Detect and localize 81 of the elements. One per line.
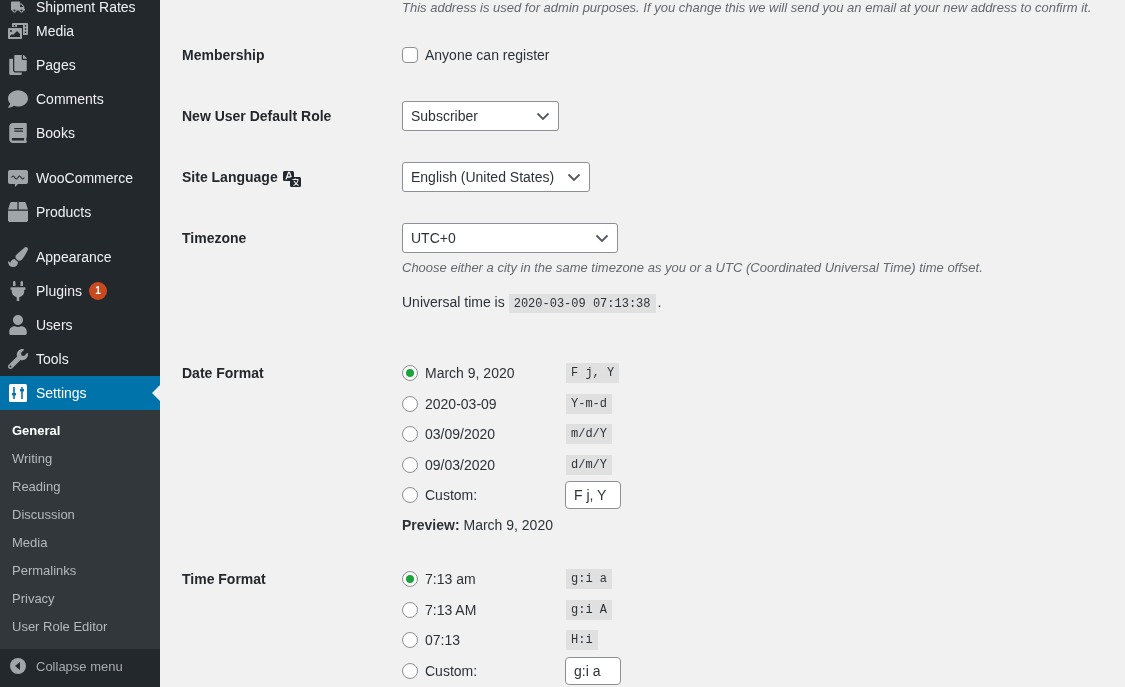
chevron-down-icon bbox=[595, 233, 609, 243]
option-label: 7:13 am bbox=[425, 571, 476, 588]
radio-button[interactable] bbox=[402, 601, 418, 618]
sidebar-item[interactable]: WooCommerce bbox=[0, 161, 160, 195]
format-code: m/d/Y bbox=[566, 424, 612, 445]
sidebar-item[interactable]: Comments bbox=[0, 82, 160, 116]
option-label: 07:13 bbox=[425, 632, 461, 649]
submenu-item[interactable]: Discussion bbox=[0, 501, 160, 529]
sidebar-item[interactable]: Tools bbox=[0, 342, 160, 376]
field-label: Timezone bbox=[182, 230, 247, 246]
option-label: 7:13 AM bbox=[425, 601, 477, 618]
submenu-item[interactable]: User Role Editor bbox=[0, 613, 160, 641]
email-description: This address is used for admin purposes. If you change this we will send you an email at your new address to confirm it. bbox=[402, 0, 1093, 16]
sidebar-item[interactable]: Plugins 1 bbox=[0, 274, 160, 308]
speech-bubble-icon bbox=[8, 89, 28, 109]
chat-bubble-icon bbox=[8, 168, 28, 188]
field-label: New User Default Role bbox=[182, 108, 332, 124]
sidebar-item[interactable]: Users bbox=[0, 308, 160, 342]
field-label: Site Language bbox=[182, 169, 278, 185]
sidebar-item[interactable]: Appearance bbox=[0, 240, 160, 274]
submenu-item[interactable]: Permalinks bbox=[0, 557, 160, 585]
submenu-item[interactable]: Writing bbox=[0, 445, 160, 473]
dropdown-select[interactable]: UTC+0 bbox=[402, 223, 618, 253]
checkbox[interactable] bbox=[402, 47, 418, 63]
box-icon bbox=[8, 202, 28, 222]
pages-icon bbox=[8, 55, 28, 75]
format-code: g:i a bbox=[566, 569, 612, 590]
radio-button[interactable] bbox=[402, 395, 418, 412]
radio-button[interactable] bbox=[402, 365, 418, 382]
format-code: F j, Y bbox=[566, 363, 620, 384]
wrench-icon bbox=[8, 349, 28, 369]
truck-icon bbox=[11, 0, 25, 14]
sidebar-item[interactable]: Shipment Rates bbox=[0, 0, 160, 14]
collapse-menu-button[interactable]: Collapse menu bbox=[0, 649, 160, 683]
custom-format-field[interactable]: g:i a bbox=[565, 656, 621, 685]
option-label: Custom: bbox=[425, 662, 478, 679]
format-code: H:i bbox=[566, 630, 598, 651]
dropdown-select[interactable]: Subscriber bbox=[402, 101, 559, 131]
submenu-item[interactable]: Media bbox=[0, 529, 160, 557]
update-count: 1 bbox=[88, 282, 107, 300]
radio-button[interactable] bbox=[402, 456, 418, 473]
sidebar-item[interactable]: Books bbox=[0, 116, 160, 150]
format-code: Y-m-d bbox=[566, 393, 612, 414]
submenu-item[interactable]: Reading bbox=[0, 473, 160, 501]
option-label: 2020-03-09 bbox=[425, 395, 497, 412]
photo-video-icon bbox=[8, 21, 28, 41]
sidebar-item[interactable]: Products bbox=[0, 195, 160, 229]
checkbox-label: Anyone can register bbox=[425, 47, 550, 63]
submenu-item[interactable]: General bbox=[0, 417, 160, 445]
chevron-down-icon bbox=[567, 172, 581, 182]
sliders-icon bbox=[8, 383, 28, 403]
sidebar-item[interactable]: Media bbox=[0, 14, 160, 48]
format-code: g:i A bbox=[566, 599, 612, 620]
option-label: March 9, 2020 bbox=[425, 365, 515, 382]
timezone-description: Choose either a city in the same timezone as you or a UTC (Coordinated Universal Time) time offset. bbox=[402, 259, 983, 277]
radio-button[interactable] bbox=[402, 487, 418, 504]
sidebar-item[interactable]: Pages bbox=[0, 48, 160, 82]
custom-format-field[interactable]: F j, Y bbox=[565, 481, 621, 510]
option-label: 09/03/2020 bbox=[425, 456, 496, 473]
sidebar-item[interactable]: Settings bbox=[0, 376, 160, 410]
book-icon bbox=[8, 123, 28, 143]
universal-time-text: Universal time is 2020-03-09 07:13:38 . bbox=[402, 293, 663, 315]
paintbrush-icon bbox=[8, 247, 28, 267]
option-label: Custom: bbox=[425, 487, 478, 504]
field-label: Time Format bbox=[182, 571, 266, 587]
field-label: Date Format bbox=[182, 365, 264, 381]
format-code: d/m/Y bbox=[566, 454, 612, 475]
chevron-down-icon bbox=[536, 111, 550, 121]
user-icon bbox=[8, 315, 28, 335]
radio-button[interactable] bbox=[402, 632, 418, 649]
radio-button[interactable] bbox=[402, 571, 418, 588]
left-arrow-circle-icon bbox=[10, 658, 26, 674]
field-label: Membership bbox=[182, 47, 265, 63]
submenu-item[interactable]: Privacy bbox=[0, 585, 160, 613]
preview-text: Preview: March 9, 2020 bbox=[402, 516, 554, 535]
option-label: 03/09/2020 bbox=[425, 426, 496, 443]
radio-button[interactable] bbox=[402, 426, 418, 443]
radio-button[interactable] bbox=[402, 662, 418, 679]
plug-icon bbox=[8, 281, 28, 301]
dropdown-select[interactable]: English (United States) bbox=[402, 162, 590, 192]
triangle-pointer-icon bbox=[152, 385, 160, 401]
